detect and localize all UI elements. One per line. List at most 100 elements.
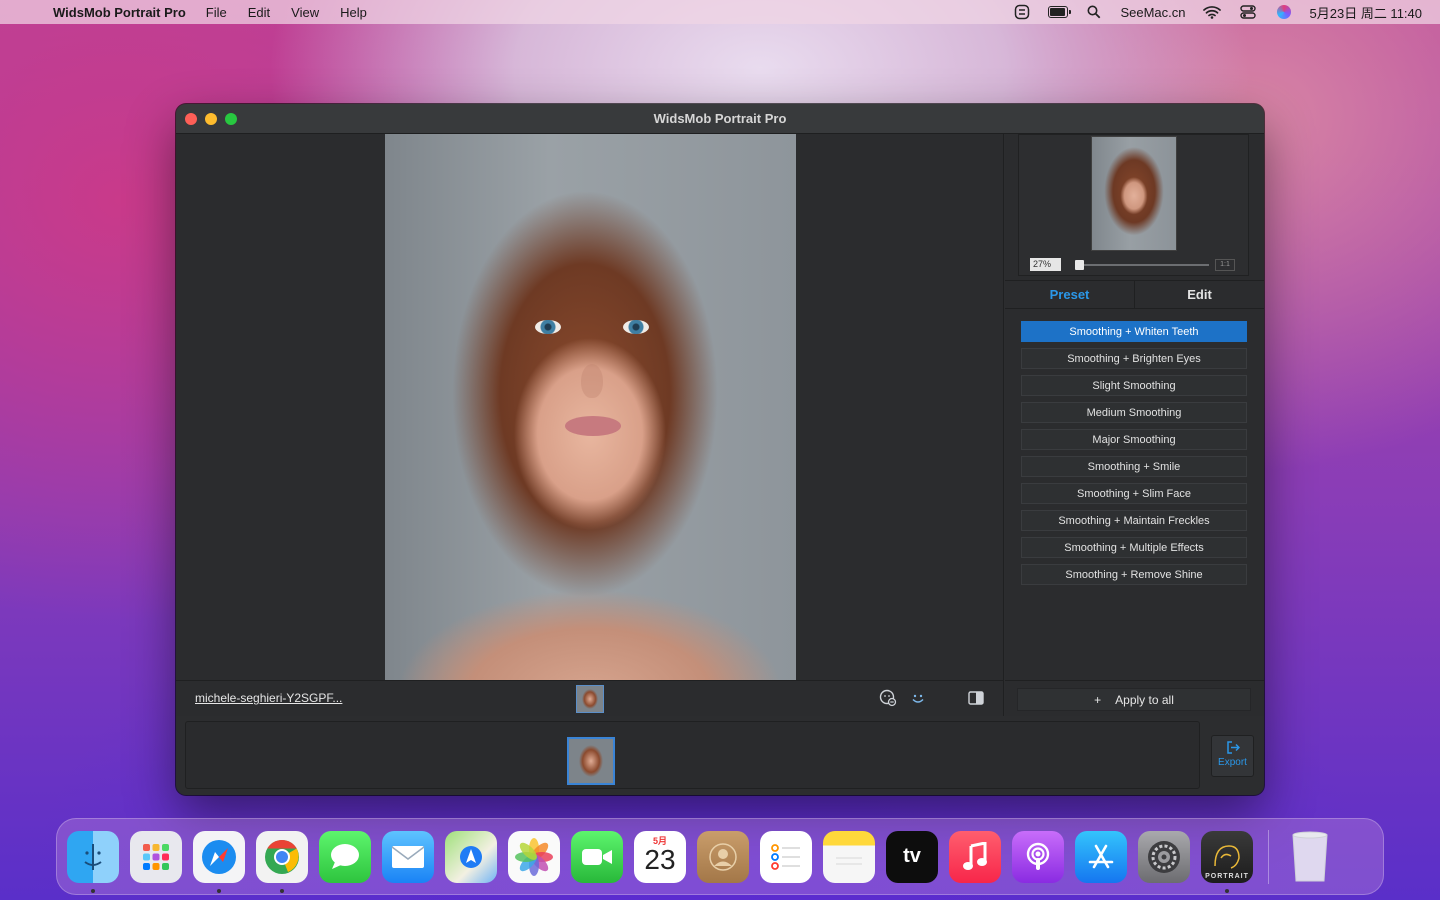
gear-icon: [1148, 840, 1180, 873]
zoom-slider-track[interactable]: [1075, 264, 1209, 266]
photo-info-bar: michele-seghieri-Y2SGPF...: [176, 680, 1004, 716]
siri-icon[interactable]: [1274, 4, 1294, 20]
preset-list: Smoothing + Whiten Teeth Smoothing + Bri…: [1021, 321, 1247, 591]
trash-icon: [1292, 831, 1328, 881]
search-icon[interactable]: [1084, 4, 1104, 20]
close-window-button[interactable]: [185, 113, 197, 125]
side-panel: 27% 1:1 Preset Edit Smoothing + Whiten T…: [1005, 134, 1264, 716]
menu-help[interactable]: Help: [340, 5, 367, 20]
menu-app-name[interactable]: WidsMob Portrait Pro: [53, 5, 186, 20]
portrait-app-label: PORTRAIT: [1205, 872, 1249, 880]
menu-app-icon[interactable]: [1012, 4, 1032, 20]
export-button[interactable]: Export: [1211, 735, 1254, 777]
wifi-icon[interactable]: [1202, 4, 1222, 20]
dock-facetime[interactable]: [571, 830, 623, 883]
dock-system-preferences[interactable]: [1138, 830, 1190, 883]
finder-icon: [84, 843, 102, 870]
title-bar[interactable]: WidsMob Portrait Pro: [176, 104, 1264, 134]
dock: 5月 23 tv PORTRAIT: [56, 818, 1384, 895]
dock-notes[interactable]: [823, 830, 875, 883]
apply-to-all-button[interactable]: + Apply to all: [1017, 688, 1251, 711]
dock-maps[interactable]: [445, 830, 497, 883]
filename-link[interactable]: michele-seghieri-Y2SGPF...: [195, 691, 342, 705]
smile-icon[interactable]: [909, 689, 927, 707]
notes-icon: [836, 857, 862, 864]
preset-item[interactable]: Smoothing + Remove Shine: [1021, 564, 1247, 585]
filmstrip-thumbnail[interactable]: [567, 737, 615, 785]
menu-site-label[interactable]: SeeMac.cn: [1120, 5, 1185, 20]
app-store-icon: [1088, 844, 1114, 868]
dock-reminders[interactable]: [760, 830, 812, 883]
zoom-window-button[interactable]: [225, 113, 237, 125]
plus-icon: +: [1094, 692, 1102, 707]
compare-thumbnail[interactable]: [576, 685, 604, 713]
dock-divider: [1268, 829, 1269, 884]
dock-contacts[interactable]: [697, 830, 749, 883]
dock-music[interactable]: [949, 830, 1001, 883]
preset-item[interactable]: Smoothing + Smile: [1021, 456, 1247, 477]
export-icon: [1212, 741, 1253, 757]
filmstrip: [185, 721, 1200, 789]
app-window: WidsMob Portrait Pro michele-seghieri-Y2…: [176, 104, 1264, 795]
battery-icon[interactable]: [1048, 4, 1072, 20]
dock-calendar[interactable]: 5月 23: [634, 830, 686, 883]
menu-file[interactable]: File: [206, 5, 227, 20]
podcasts-icon: [1026, 842, 1050, 870]
preset-item[interactable]: Slight Smoothing: [1021, 375, 1247, 396]
tab-edit[interactable]: Edit: [1135, 281, 1264, 308]
dock-podcasts[interactable]: [1012, 830, 1064, 883]
preset-item[interactable]: Major Smoothing: [1021, 429, 1247, 450]
dock-finder[interactable]: [67, 830, 119, 893]
window-title: WidsMob Portrait Pro: [653, 111, 787, 126]
export-label: Export: [1218, 757, 1247, 768]
messages-icon: [331, 843, 359, 869]
lips-mark: [565, 416, 621, 436]
maps-icon: [460, 845, 482, 868]
preset-item[interactable]: Medium Smoothing: [1021, 402, 1247, 423]
actual-size-button[interactable]: 1:1: [1215, 259, 1235, 271]
reminders-icon: [771, 843, 800, 870]
apply-bar: + Apply to all: [1005, 680, 1264, 716]
left-eye-mark: [535, 320, 561, 334]
panel-tabs: Preset Edit: [1005, 280, 1264, 309]
contacts-icon: [709, 842, 737, 871]
facetime-icon: [582, 848, 612, 865]
menu-edit[interactable]: Edit: [248, 5, 270, 20]
minimize-window-button[interactable]: [205, 113, 217, 125]
face-detect-icon[interactable]: [879, 689, 897, 707]
dock-chrome[interactable]: [256, 830, 308, 893]
menu-view[interactable]: View: [291, 5, 319, 20]
dock-portrait-pro[interactable]: PORTRAIT: [1201, 830, 1253, 893]
portrait-photo[interactable]: [385, 134, 796, 680]
menu-datetime[interactable]: 5月23日 周二 11:40: [1310, 3, 1422, 22]
dock-messages[interactable]: [319, 830, 371, 883]
control-center-icon[interactable]: [1238, 4, 1258, 20]
navigator-panel: 27% 1:1: [1018, 134, 1249, 276]
dock-apple-tv[interactable]: tv: [886, 830, 938, 883]
mail-icon: [391, 845, 425, 868]
dock-app-store[interactable]: [1075, 830, 1127, 883]
music-icon: [963, 841, 987, 870]
zoom-level-field[interactable]: 27%: [1030, 258, 1061, 271]
dock-safari[interactable]: [193, 830, 245, 893]
preset-item[interactable]: Smoothing + Brighten Eyes: [1021, 348, 1247, 369]
photos-icon: [515, 837, 553, 876]
tab-preset[interactable]: Preset: [1005, 281, 1135, 308]
preset-item[interactable]: Smoothing + Slim Face: [1021, 483, 1247, 504]
chrome-icon: [265, 839, 299, 874]
preset-item[interactable]: Smoothing + Maintain Freckles: [1021, 510, 1247, 531]
dock-photos[interactable]: [508, 830, 560, 883]
dock-mail[interactable]: [382, 830, 434, 883]
preset-item[interactable]: Smoothing + Multiple Effects: [1021, 537, 1247, 558]
dock-launchpad[interactable]: [130, 830, 182, 883]
navigator-preview[interactable]: [1091, 136, 1177, 251]
launchpad-icon: [143, 843, 169, 870]
apply-to-all-label: Apply to all: [1115, 692, 1174, 707]
apple-tv-label: tv: [903, 845, 921, 867]
preset-item[interactable]: Smoothing + Whiten Teeth: [1021, 321, 1247, 342]
dock-trash[interactable]: [1284, 831, 1336, 883]
photo-canvas[interactable]: [176, 134, 1004, 680]
nose-mark: [581, 364, 603, 398]
split-view-icon[interactable]: [967, 689, 985, 707]
zoom-slider-knob[interactable]: [1075, 260, 1084, 270]
